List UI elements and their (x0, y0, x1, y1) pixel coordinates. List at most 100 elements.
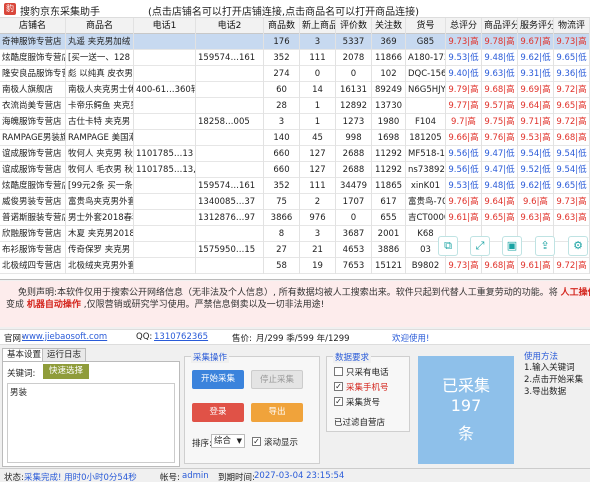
tab-run-log[interactable]: 运行日志 (42, 348, 87, 362)
share-icon[interactable]: ⇪ (535, 236, 555, 256)
table-cell[interactable]: 彪 以纯真 皮衣男 (66, 66, 134, 82)
only-phone-checkbox[interactable] (334, 367, 343, 376)
table-cell: 19 (300, 258, 336, 274)
table-cell: 181205 (406, 130, 446, 146)
table-cell: 2001 (372, 226, 406, 242)
table-cell: 18258…005 (196, 114, 264, 130)
table-cell[interactable]: 衣流尚美专营店 (0, 98, 66, 114)
site-link[interactable]: www.jiebaosoft.com (22, 332, 107, 342)
table-cell[interactable]: 谊成服饰专营店 (0, 146, 66, 162)
column-header[interactable]: 关注数 (372, 18, 406, 34)
table-row[interactable]: 南极人旗舰店 南极人夹克男士休 400-61…360转 60 14 16131 89249 N… (0, 82, 590, 98)
quick-select-button[interactable]: 快速选择 (43, 364, 89, 379)
column-header[interactable]: 商品评分 (482, 18, 518, 34)
table-cell[interactable]: 南极人夹克男士休 (66, 82, 134, 98)
copy-icon[interactable]: ⧉ (438, 236, 458, 256)
table-cell[interactable]: 北极绒夹克男外套 (66, 258, 134, 274)
column-header[interactable]: 电话1 (134, 18, 196, 34)
table-row[interactable]: 谊成服饰专营店牧何人 毛衣男 秋冬1101785…13, 13 660127268… (0, 162, 590, 178)
table-cell: 1 (300, 114, 336, 130)
table-cell[interactable]: 布衫服饰专营店 (0, 242, 66, 258)
table-cell[interactable]: RAMPAGE男装旗 (0, 130, 66, 146)
table-row[interactable]: 炫酷度服饰专营店 [99元2条 买一条 159574…161 352 111 34479 1… (0, 178, 590, 194)
qq-link[interactable]: 1310762365 (154, 332, 208, 342)
save-icon[interactable]: ▣ (502, 236, 522, 256)
table-row[interactable]: 海魄服饰专营店 古仕卡特 夹克男 18258…005 3 1 1273 1980 F104 9.… (0, 114, 590, 130)
table-row[interactable]: 谊成服饰专营店 牧何人 夹克男 秋 1101785…13 660 127 2688 1129… (0, 146, 590, 162)
table-cell[interactable]: 牧何人 毛衣男 秋冬 (66, 162, 134, 178)
column-header[interactable]: 电话2 (196, 18, 264, 34)
table-cell: 660 (264, 162, 300, 178)
table-row[interactable]: 奇神服饰专营店 丸遥 夹克男加绒 176 3 5337 369 G85 9.73|高 9.78|… (0, 34, 590, 50)
auto-scroll-checkbox[interactable]: ✓ (252, 437, 261, 446)
table-cell[interactable]: 北极绒四专营店 (0, 258, 66, 274)
table-cell[interactable]: 丸遥 夹克男加绒 (66, 34, 134, 50)
export-button[interactable]: 导出 (251, 403, 303, 422)
table-row[interactable]: 北极绒四专营店 北极绒夹克男外套 58 19 7653 15121 B9802 9.73|高 9… (0, 258, 590, 274)
keyword-label: 关键词: (7, 369, 36, 379)
table-cell: 9.72|高 (554, 82, 590, 98)
collect-sku-checkbox[interactable]: ✓ (334, 397, 343, 406)
sort-select[interactable]: 综合 ▼ (211, 434, 245, 448)
column-header[interactable]: 评价数 (336, 18, 372, 34)
table-cell: 34479 (336, 178, 372, 194)
table-cell[interactable]: RAMPAGE 美国潮 (66, 130, 134, 146)
table-cell[interactable]: 南极人旗舰店 (0, 82, 66, 98)
table-cell: 9.65|高 (482, 210, 518, 226)
start-collect-button[interactable]: 开始采集 (192, 370, 244, 389)
table-row[interactable]: 威俊男装专营店 富贵鸟夹克男外套 1340085…37 75 2 1707 617 富贵鸟-7… (0, 194, 590, 210)
table-cell: 9.40|低 (446, 66, 482, 82)
column-header[interactable]: 货号 (406, 18, 446, 34)
table-cell: 617 (372, 194, 406, 210)
table-row[interactable]: 炫酷度服饰专营店 [买一送一、128 159574…161 352 111 2078 118… (0, 50, 590, 66)
collected-label: 已采集 (441, 376, 490, 395)
table-row[interactable]: 普诺斯服装专营店 男士外套2018春秋 1312876…97 3866 976 0 655 吉… (0, 210, 590, 226)
table-cell[interactable]: 海魄服饰专营店 (0, 114, 66, 130)
table-cell: 1101785…13 (134, 146, 196, 162)
settings-icon[interactable]: ⚙ (568, 236, 588, 256)
table-cell[interactable]: 木夏 夹克男2018 (66, 226, 134, 242)
table-cell: 9.56|低 (446, 162, 482, 178)
table-cell[interactable]: [买一送一、128 (66, 50, 134, 66)
table-cell[interactable]: 威俊男装专营店 (0, 194, 66, 210)
table-cell[interactable]: 炫酷度服饰专营店 (0, 50, 66, 66)
table-cell[interactable]: 富贵鸟夹克男外套 (66, 194, 134, 210)
stop-collect-button[interactable]: 停止采集 (251, 370, 303, 389)
table-cell[interactable]: 隆安良品服饰专营店 (0, 66, 66, 82)
table-cell[interactable]: 卡帝乐鳄鱼 夹克男 (66, 98, 134, 114)
expand-icon[interactable]: ⤢ (470, 236, 490, 256)
login-button[interactable]: 登录 (192, 403, 244, 422)
table-cell[interactable]: 传奇保罗 夹克男 (66, 242, 134, 258)
table-cell: 富贵鸟-70 (406, 194, 446, 210)
table-cell[interactable]: 谊成服饰专营店 (0, 162, 66, 178)
collect-mobile-checkbox[interactable]: ✓ (334, 382, 343, 391)
table-row[interactable]: RAMPAGE男装旗 RAMPAGE 美国潮 140 45 998 1698 181205 9… (0, 130, 590, 146)
table-cell[interactable]: 炫酷度服饰专营店 (0, 178, 66, 194)
column-header[interactable]: 物流评 (554, 18, 590, 34)
tab-basic-settings[interactable]: 基本设置 (2, 348, 47, 362)
table-cell[interactable]: 男士外套2018春秋 (66, 210, 134, 226)
table-cell[interactable]: 奇神服饰专营店 (0, 34, 66, 50)
table-row[interactable]: 隆安良品服饰专营店彪 以纯真 皮衣男27400102DQC-15609.40|低… (0, 66, 590, 82)
column-header[interactable]: 总评分 (446, 18, 482, 34)
column-header[interactable]: 新上商品 (300, 18, 336, 34)
table-cell: 976 (300, 210, 336, 226)
disclaimer-strong-1: 人工操作 (560, 288, 590, 298)
table-cell[interactable]: 牧何人 夹克男 秋 (66, 146, 134, 162)
title-bar: 豹 搜豹京东采集助手 (点击店铺名可以打开店铺连接,点击商品名可以打开商品连接) (0, 0, 590, 18)
table-row[interactable]: 衣流尚美专营店 卡帝乐鳄鱼 夹克男 28 1 12892 13730 9.77|高 9.57|… (0, 98, 590, 114)
keyword-input[interactable]: 男装 (7, 383, 175, 463)
table-cell[interactable]: 欣融服饰专营店 (0, 226, 66, 242)
column-header[interactable]: 商品名 (66, 18, 134, 34)
column-header[interactable]: 商品数 (264, 18, 300, 34)
table-cell: 1312876…97 (196, 210, 264, 226)
column-header[interactable]: 店铺名 (0, 18, 66, 34)
status-text: 采集完成! 用时0小时0分54秒 (24, 473, 137, 482)
table-cell[interactable]: [99元2条 买一条 (66, 178, 134, 194)
table-cell[interactable]: 古仕卡特 夹克男 (66, 114, 134, 130)
table-cell: 9.77|高 (446, 98, 482, 114)
app-title: 搜豹京东采集助手 (20, 7, 100, 18)
table-cell: 9.75|高 (482, 114, 518, 130)
table-cell[interactable]: 普诺斯服装专营店 (0, 210, 66, 226)
column-header[interactable]: 服务评分 (518, 18, 554, 34)
